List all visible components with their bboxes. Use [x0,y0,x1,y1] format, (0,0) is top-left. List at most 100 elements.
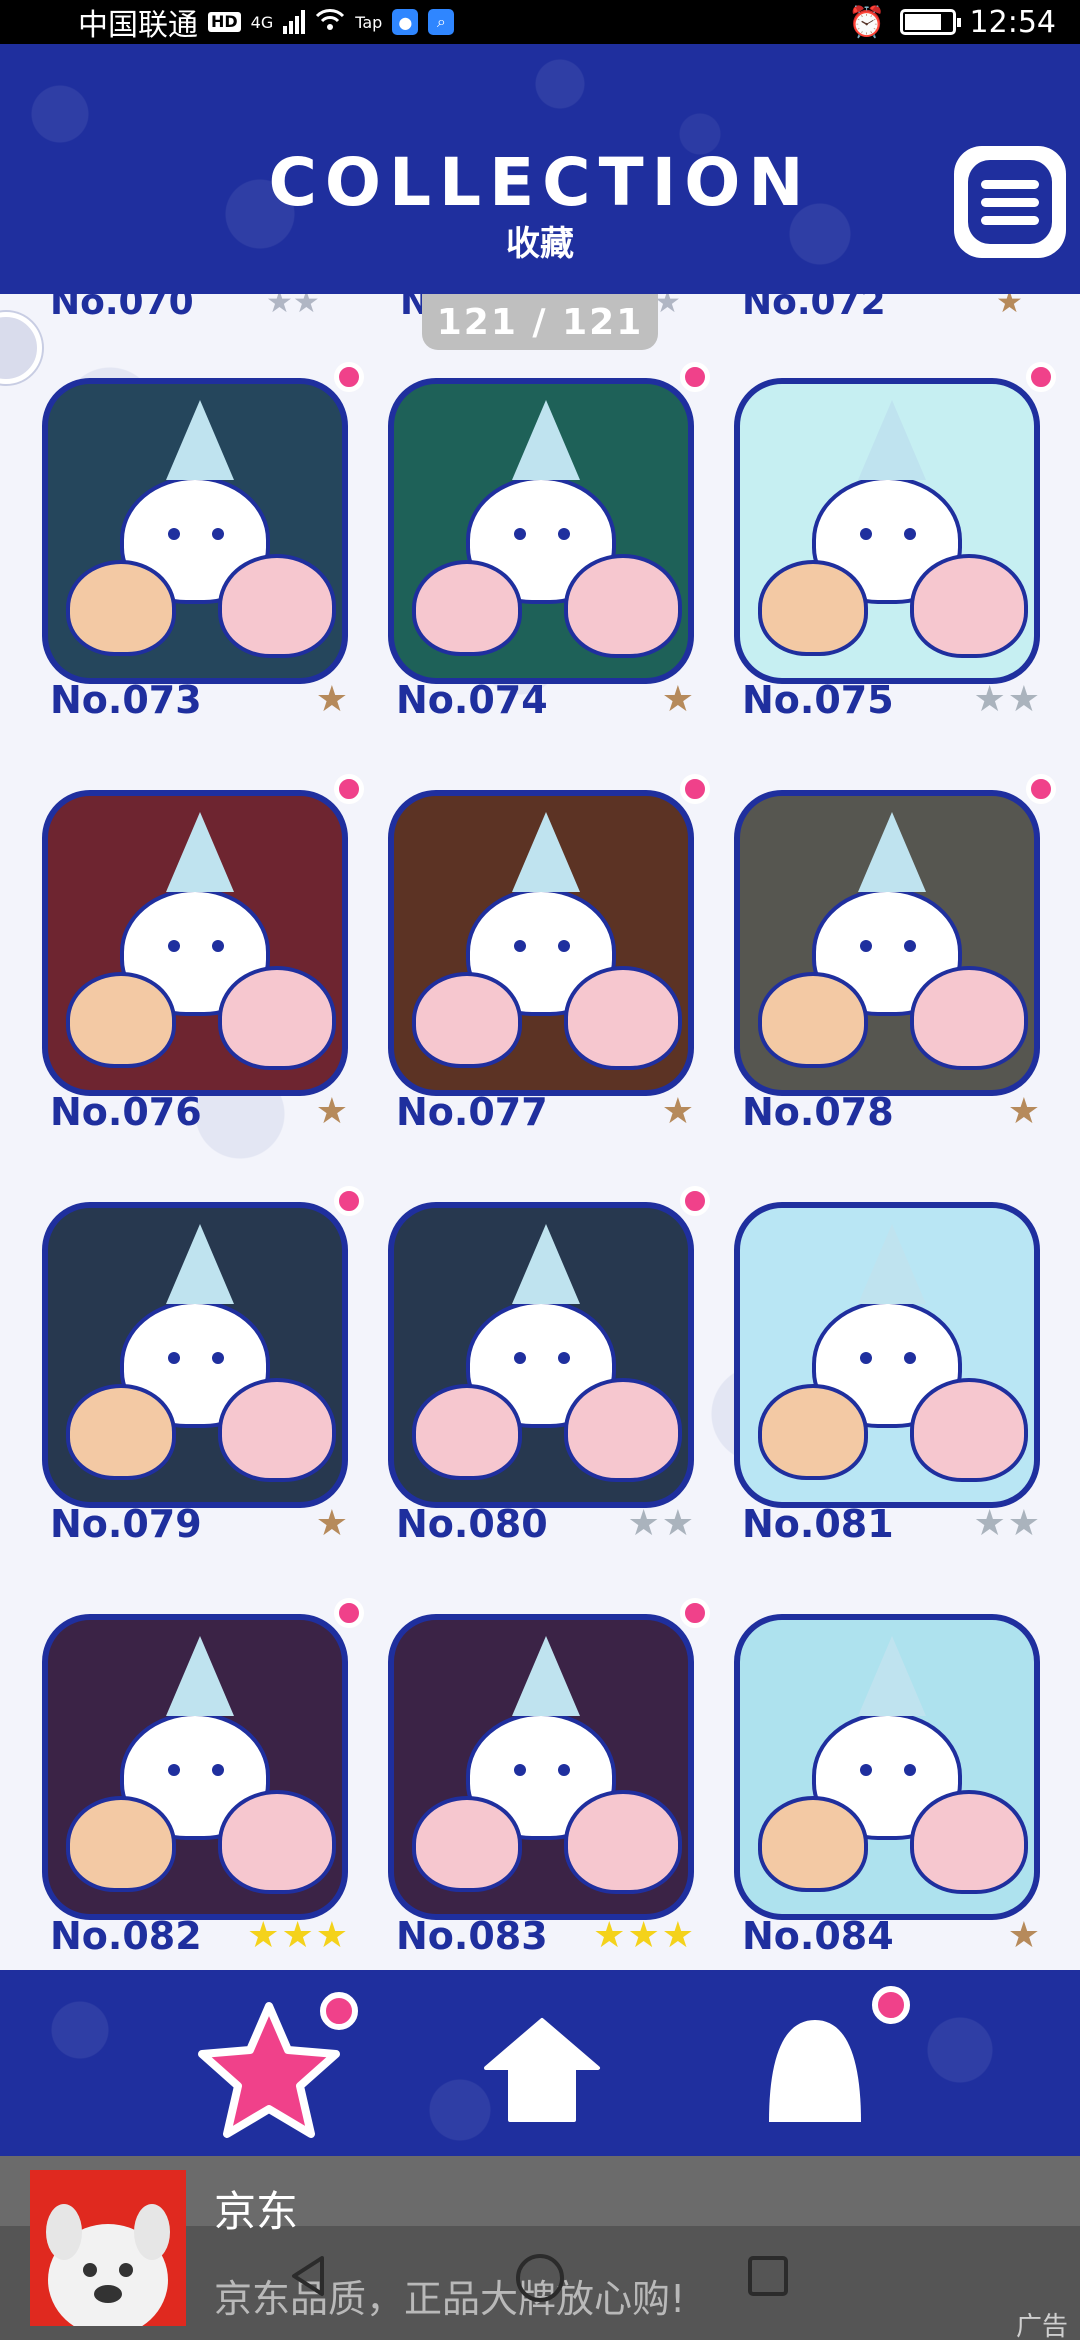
star-icon: ★ [1007,1091,1040,1132]
partial-stars-right: ★ [996,294,1023,320]
dog-eye [212,1352,224,1364]
party-hat-shape [858,400,926,480]
star-icon: ★ [661,679,694,720]
dog-eye [168,528,180,540]
collection-card[interactable]: No.083 ★ ★ ★ [388,1598,710,1966]
star-rating: ★ ★ [973,1504,1040,1544]
collection-card[interactable]: No.080 ★ ★ [388,1186,710,1554]
star-icon: ★ [973,1503,1006,1544]
party-hat-shape [858,1636,926,1716]
search-app-icon: ⌕ [428,9,455,35]
new-indicator-dot [680,774,710,804]
star-icon: ★ [627,1503,660,1544]
star-rating: ★ ★ ★ [593,1916,694,1956]
new-indicator-dot [334,774,364,804]
dog-eye [168,940,180,952]
collection-thumbnail[interactable] [388,1614,694,1920]
collection-thumbnail[interactable] [734,1202,1040,1508]
app-label: Tap [355,12,383,32]
alarm-icon: ⏰ [848,4,886,40]
collection-card[interactable]: No.081 ★ ★ [734,1202,1040,1554]
card-number: No.075 [742,678,894,722]
party-hat-shape [512,1224,580,1304]
dog-left-shape [758,972,868,1068]
collection-card[interactable]: No.078 ★ [734,774,1056,1142]
dog-eye [168,1764,180,1776]
dog-right-shape [218,966,336,1070]
dog-eye [860,940,872,952]
star-icon: ★ [661,1915,694,1956]
collection-content[interactable]: No.070 ★★ N ★ No.072 ★ 121 / 121 No.073 ★… [0,294,1080,1970]
back-icon[interactable] [284,2252,332,2300]
new-indicator-dot [1026,774,1056,804]
party-hat-shape [166,1224,234,1304]
new-indicator-dot [334,362,364,392]
star-rating: ★ ★ [627,1504,694,1544]
dog-left-shape [66,560,176,656]
collection-card[interactable]: No.076 ★ [42,774,364,1142]
ad-banner[interactable]: 京东 京东品质，正品大牌放心购! 广告 [0,2156,1080,2340]
dog-right-shape [564,1790,682,1894]
dog-right-shape [564,1378,682,1482]
collection-thumbnail[interactable] [734,790,1040,1096]
star-icon: ★ [627,1915,660,1956]
dog-right-shape [910,1790,1028,1894]
network-label: 4G [250,12,274,32]
ad-logo-icon [30,2170,186,2326]
nav-collection-button[interactable] [194,1992,358,2140]
collection-thumbnail[interactable] [388,790,694,1096]
card-number: No.081 [742,1502,894,1546]
star-icon: ★ [315,1915,348,1956]
collection-card[interactable]: No.084 ★ [734,1614,1040,1966]
collection-card[interactable]: No.074 ★ [388,362,710,730]
star-rating: ★ [662,680,694,720]
dog-eye [514,1352,526,1364]
collection-card[interactable]: No.077 ★ [388,774,710,1142]
star-icon: ★ [315,679,348,720]
dog-left-shape [66,1796,176,1892]
page-subtitle: 收藏 [506,224,574,264]
collection-thumbnail[interactable] [734,378,1040,684]
hd-badge: HD [208,12,241,32]
dog-left-shape [412,1796,522,1892]
collection-card[interactable]: No.073 ★ [42,362,364,730]
star-icon: ★ [973,679,1006,720]
partial-stars-middle: ★ [654,294,681,320]
collection-card[interactable]: No.075 ★ ★ [734,362,1056,730]
star-icon: ★ [315,1091,348,1132]
dog-eye [212,940,224,952]
collection-thumbnail[interactable] [42,790,348,1096]
partial-number-left: No.070 [50,294,194,323]
home-nav-icon[interactable] [514,2252,566,2304]
dog-left-shape [758,1384,868,1480]
collection-card[interactable]: No.082 ★ ★ ★ [42,1598,364,1966]
collection-thumbnail[interactable] [388,378,694,684]
dog-left-shape [758,560,868,656]
party-hat-shape [512,400,580,480]
dog-eye [860,528,872,540]
recents-icon[interactable] [744,2252,792,2300]
collection-thumbnail[interactable] [42,1202,348,1508]
party-hat-shape [166,812,234,892]
header: COLLECTION 收藏 [0,44,1080,294]
card-number: No.073 [50,678,202,722]
nav-profile-button[interactable] [740,1986,910,2140]
bulb-icon: ● [392,9,419,35]
collection-thumbnail[interactable] [388,1202,694,1508]
party-hat-shape [512,812,580,892]
party-hat-shape [166,400,234,480]
dog-eye [558,528,570,540]
dog-right-shape [910,1378,1028,1482]
dog-right-shape [910,554,1028,658]
collection-card[interactable]: No.079 ★ [42,1186,364,1554]
collection-thumbnail[interactable] [42,378,348,684]
star-rating: ★ ★ ★ [247,1916,348,1956]
menu-button[interactable] [954,146,1066,258]
wifi-icon [315,5,345,40]
dog-right-shape [564,554,682,658]
nav-home-button[interactable] [467,2000,617,2140]
collection-thumbnail[interactable] [42,1614,348,1920]
status-bar: 中国联通 HD 4G Tap ● ⌕ ⏰ 12:54 [0,0,1080,44]
dog-right-shape [910,966,1028,1070]
collection-thumbnail[interactable] [734,1614,1040,1920]
